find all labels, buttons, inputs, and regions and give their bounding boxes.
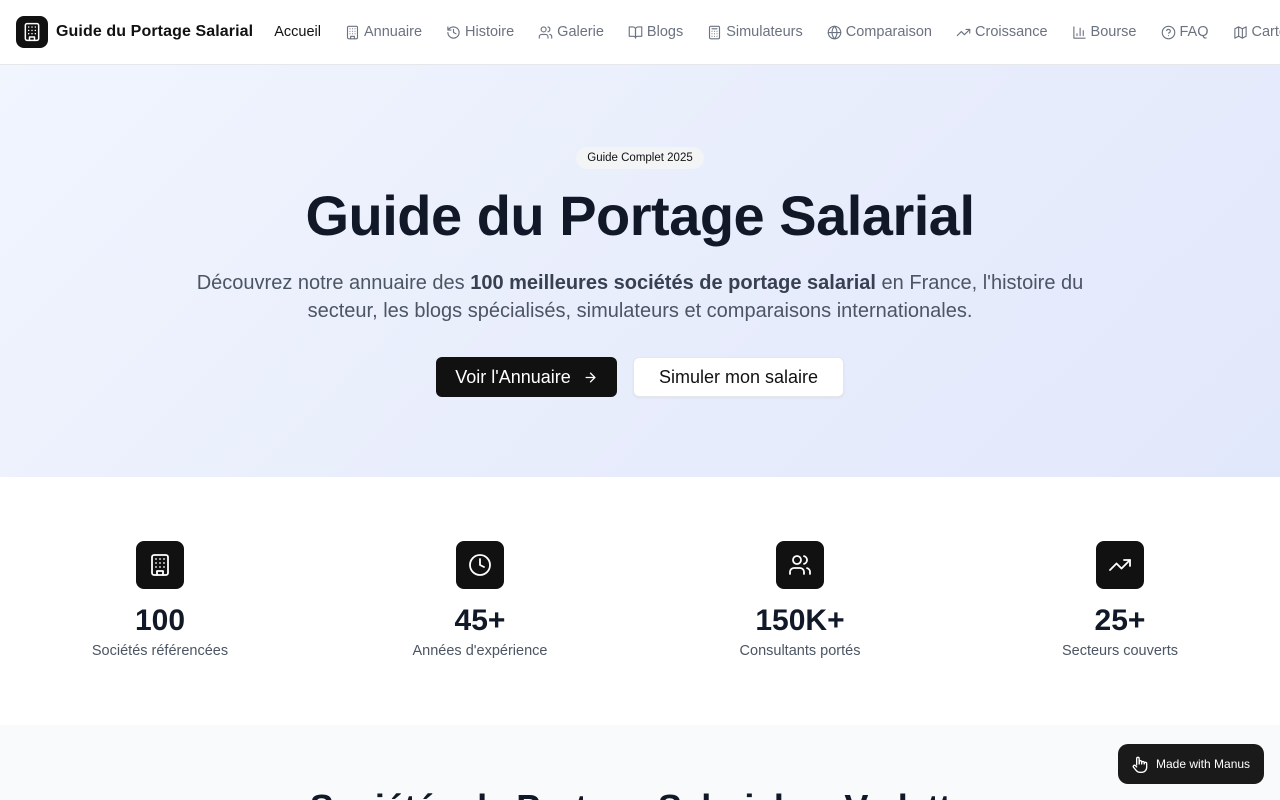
nav-item-label: Carte <box>1251 24 1280 40</box>
map-icon <box>1233 25 1247 39</box>
hero-desc-before: Découvrez notre annuaire des <box>196 272 471 294</box>
history-icon <box>447 25 460 39</box>
top-navbar: Guide du Portage Salarial Accueil Annuai… <box>0 0 1280 65</box>
made-with-manus-badge[interactable]: Made with Manus <box>1118 744 1264 784</box>
nav-item-label: Croissance <box>975 24 1048 40</box>
nav-item-label: Comparaison <box>845 24 933 40</box>
building-icon <box>16 16 48 48</box>
clock-icon <box>456 541 504 589</box>
stat-value: 100 <box>134 604 186 637</box>
hero-badge: Guide Complet 2025 <box>576 147 704 169</box>
nav-item-galerie[interactable]: Galerie <box>526 18 616 46</box>
voir-annuaire-button[interactable]: Voir l'Annuaire <box>436 357 617 397</box>
stat-card: 150K+ Consultants portés <box>640 541 960 659</box>
nav-item-histoire[interactable]: Histoire <box>434 18 526 46</box>
stat-value: 25+ <box>1094 604 1146 637</box>
stat-label: Consultants portés <box>739 643 861 659</box>
nav-item-label: Annuaire <box>363 24 423 40</box>
globe-icon <box>827 25 842 39</box>
nav-item-accueil[interactable]: Accueil <box>262 18 333 46</box>
brand-link[interactable]: Guide du Portage Salarial <box>16 16 253 48</box>
nav-item-label: FAQ <box>1179 24 1209 40</box>
users-icon <box>538 25 553 39</box>
nav-item-label: Accueil <box>274 24 321 40</box>
calculator-icon <box>709 25 721 39</box>
building-icon <box>346 25 359 39</box>
section-title: Sociétés de Portage Salarial en Vedette <box>0 787 1280 800</box>
nav-item-annuaire[interactable]: Annuaire <box>333 18 434 46</box>
manus-hand-icon <box>1132 756 1148 773</box>
stats-section: 100 Sociétés référencées 45+ Années d'ex… <box>0 477 1280 725</box>
nav-item-croissance[interactable]: Croissance <box>944 18 1060 46</box>
help-circle-icon <box>1161 25 1175 39</box>
nav-item-label: Simulateurs <box>726 24 803 40</box>
stat-label: Années d'expérience <box>412 643 548 659</box>
users-icon <box>776 541 824 589</box>
arrow-right-icon <box>585 372 596 382</box>
nav-item-comparaison[interactable]: Comparaison <box>815 18 944 46</box>
simuler-salaire-label: Simuler mon salaire <box>658 366 819 387</box>
simuler-salaire-button[interactable]: Simuler mon salaire <box>633 357 844 397</box>
book-icon <box>628 25 643 39</box>
stat-label: Sociétés référencées <box>91 643 229 659</box>
stat-label: Secteurs couverts <box>1061 643 1179 659</box>
hero-desc-bold: 100 meilleures sociétés de portage salar… <box>470 272 876 294</box>
nav-item-label: Histoire <box>465 24 515 40</box>
stat-card: 100 Sociétés référencées <box>0 541 320 659</box>
stat-card: 25+ Secteurs couverts <box>960 541 1280 659</box>
trending-up-icon <box>1096 541 1144 589</box>
main-nav: Accueil Annuaire Histoire Galerie Blogs … <box>262 18 1280 46</box>
manus-badge-label: Made with Manus <box>1156 757 1251 771</box>
nav-item-simulateurs[interactable]: Simulateurs <box>695 18 815 46</box>
hero-title: Guide du Portage Salarial <box>305 184 975 247</box>
nav-item-label: Blogs <box>646 24 684 40</box>
voir-annuaire-label: Voir l'Annuaire <box>455 366 571 387</box>
stat-value: 45+ <box>454 604 506 637</box>
hero-description: Découvrez notre annuaire des 100 meilleu… <box>190 269 1090 325</box>
trending-up-icon <box>956 28 971 36</box>
nav-item-carte[interactable]: Carte <box>1221 18 1280 46</box>
nav-item-blogs[interactable]: Blogs <box>616 18 695 46</box>
building-icon <box>136 541 184 589</box>
nav-item-label: Galerie <box>557 24 604 40</box>
nav-item-bourse[interactable]: Bourse <box>1060 18 1149 46</box>
featured-companies-section: Sociétés de Portage Salarial en Vedette <box>0 725 1280 800</box>
nav-item-label: Bourse <box>1090 24 1137 40</box>
bar-chart-icon <box>1072 25 1086 39</box>
hero-section: Guide Complet 2025 Guide du Portage Sala… <box>0 65 1280 477</box>
nav-item-faq[interactable]: FAQ <box>1149 18 1221 46</box>
brand-name: Guide du Portage Salarial <box>56 23 254 40</box>
stat-value: 150K+ <box>755 604 845 637</box>
stat-card: 45+ Années d'expérience <box>320 541 640 659</box>
